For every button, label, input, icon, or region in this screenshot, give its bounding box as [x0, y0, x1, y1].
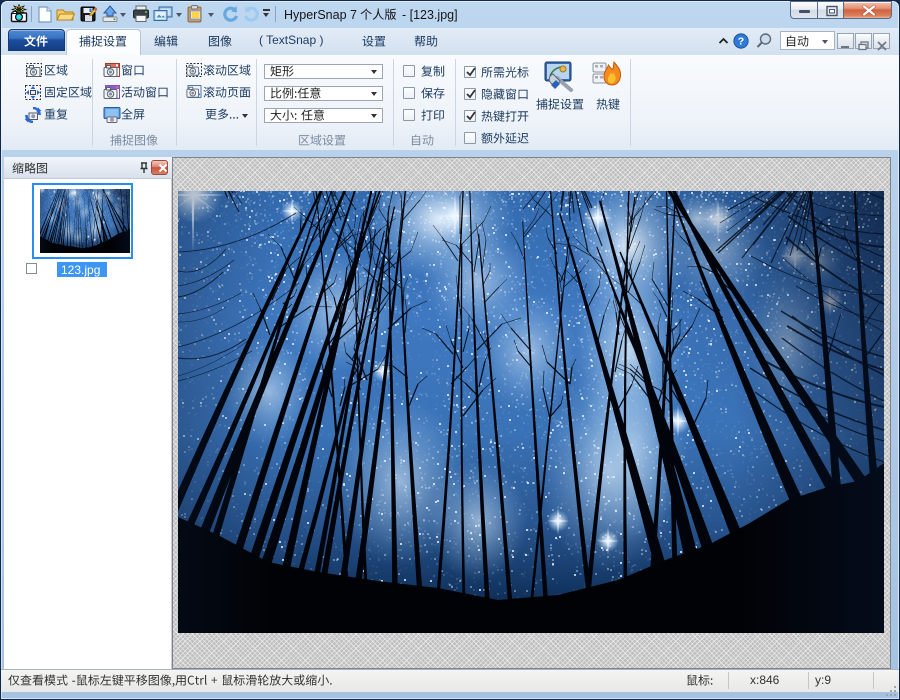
svg-text:?: ?: [738, 36, 744, 48]
